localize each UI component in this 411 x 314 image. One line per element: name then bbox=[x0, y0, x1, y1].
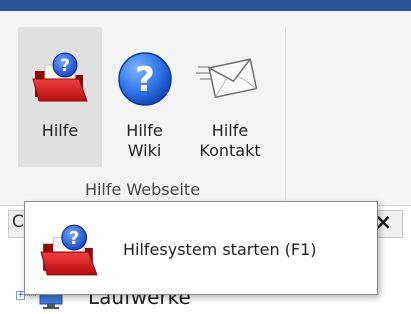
tree-connector-line bbox=[25, 295, 36, 296]
panel-header-title: C bbox=[12, 212, 24, 232]
hilfe-kontakt-button[interactable]: Hilfe Kontakt bbox=[184, 27, 276, 167]
ribbon-group-label: Hilfe Webseite bbox=[84, 180, 201, 199]
svg-text:?: ? bbox=[60, 56, 70, 76]
tooltip-popup: ? Hilfesystem starten (F1) bbox=[24, 201, 378, 295]
ribbon-panel: ? Hilfe ? Hilfe Wiki Hilfe Kontakt Hilfe… bbox=[0, 11, 411, 206]
hilfe-button[interactable]: ? Hilfe bbox=[18, 27, 102, 167]
hilfe-wiki-button-label: Hilfe Wiki bbox=[126, 121, 163, 160]
hilfe-button-label: Hilfe bbox=[41, 121, 79, 140]
window-top-bar bbox=[0, 0, 411, 11]
svg-text:?: ? bbox=[69, 229, 79, 249]
help-question-icon: ? bbox=[117, 51, 173, 111]
ribbon-group-separator bbox=[285, 27, 286, 203]
svg-text:?: ? bbox=[135, 60, 155, 100]
hilfe-wiki-button[interactable]: ? Hilfe Wiki bbox=[107, 27, 182, 167]
mail-envelope-icon bbox=[196, 55, 258, 105]
help-folder-icon: ? bbox=[31, 51, 89, 107]
help-folder-icon: ? bbox=[39, 223, 99, 281]
hilfe-kontakt-button-label: Hilfe Kontakt bbox=[199, 121, 261, 160]
tooltip-text: Hilfesystem starten (F1) bbox=[123, 240, 317, 259]
